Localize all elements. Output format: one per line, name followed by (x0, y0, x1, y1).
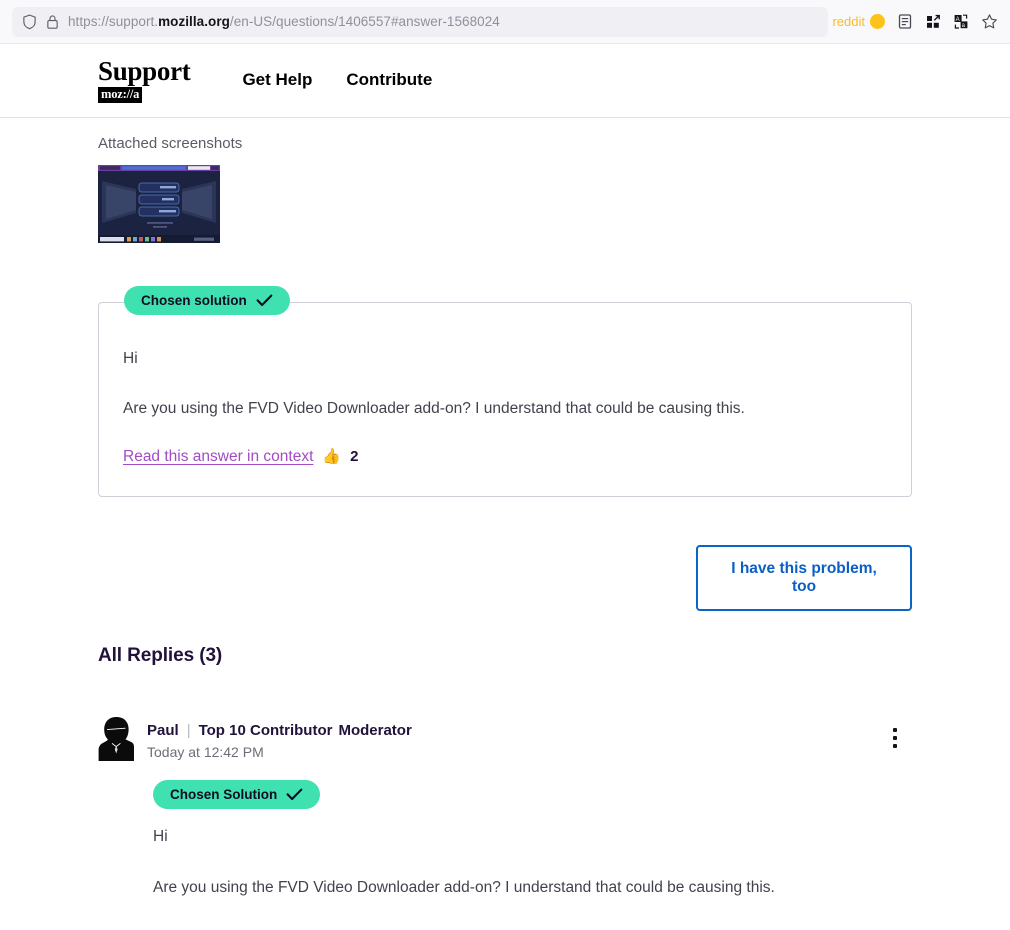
svg-text:A: A (956, 17, 960, 23)
reply-header: Paul | Top 10 Contributor Moderator Toda… (98, 715, 912, 761)
url-prefix: https://support. (68, 14, 159, 29)
bookmark-star-icon[interactable] (981, 13, 998, 30)
kebab-dot (893, 727, 897, 732)
lock-icon[interactable] (46, 14, 59, 30)
nav-contribute[interactable]: Contribute (346, 70, 432, 90)
reply-author-name[interactable]: Paul (147, 722, 179, 739)
mozilla-badge: moz://a (98, 87, 143, 103)
avatar[interactable] (98, 715, 134, 761)
attached-screenshots-label: Attached screenshots (98, 135, 243, 152)
author-separator: | (186, 721, 191, 739)
attachment-thumbnail[interactable] (98, 165, 220, 243)
problem-action-row: I have this problem, too (98, 544, 912, 611)
reply-chosen-solution-label: Chosen Solution (170, 786, 278, 802)
chosen-solution-card: Chosen solution Hi Are you using the FVD… (98, 286, 912, 497)
attachment-list (98, 165, 912, 243)
check-icon (286, 788, 303, 801)
solution-vote-count: 2 (350, 448, 359, 465)
mozilla-support-logo[interactable]: Support moz://a (98, 56, 191, 103)
question-page-content: Attached screenshots Chosen solution Hi … (0, 135, 1010, 930)
check-icon (256, 294, 273, 307)
reader-view-icon[interactable] (897, 13, 913, 30)
reddit-icon (870, 14, 885, 29)
kebab-menu-icon[interactable] (882, 723, 908, 753)
expand-grid-icon[interactable] (925, 13, 941, 30)
url-suffix: /en-US/questions/1406557#answer-1568024 (229, 14, 500, 29)
solution-paragraph-2: Are you using the FVD Video Downloader a… (123, 400, 745, 418)
thumbs-up-icon: 👍 (322, 448, 342, 465)
address-bar[interactable]: https://support.mozilla.org/en-US/questi… (12, 6, 829, 37)
reply-paragraph-1: Hi (153, 827, 168, 845)
chosen-solution-badge: Chosen solution (124, 286, 290, 315)
solution-footer: Read this answer in context 👍 2 (123, 448, 887, 466)
i-have-this-problem-too-button[interactable]: I have this problem, too (696, 544, 912, 611)
kebab-dot (893, 735, 897, 740)
badge-top-contributor: Top 10 Contributor (198, 721, 333, 739)
nav-get-help[interactable]: Get Help (242, 70, 312, 90)
reddit-extension-button[interactable]: reddit (832, 14, 885, 29)
url-text: https://support.mozilla.org/en-US/questi… (68, 14, 500, 29)
reply-author-line: Paul | Top 10 Contributor Moderator (147, 722, 412, 739)
badge-moderator: Moderator (338, 721, 412, 739)
chosen-solution-badge-label: Chosen solution (141, 293, 247, 308)
browser-toolbar: https://support.mozilla.org/en-US/questi… (0, 0, 1010, 44)
reply-author-meta: Paul | Top 10 Contributor Moderator Toda… (147, 715, 412, 760)
reply-chosen-solution-badge: Chosen Solution (153, 779, 321, 809)
reply-solution-badge-wrap: Chosen Solution (153, 779, 912, 809)
reply-body: Chosen Solution Hi Are you using the FVD… (98, 779, 912, 900)
translate-icon[interactable]: A a (953, 13, 969, 30)
reply-timestamp: Today at 12:42 PM (147, 743, 264, 760)
solution-paragraph-1: Hi (123, 350, 138, 367)
logo-wordmark: Support (98, 56, 191, 87)
shield-icon[interactable] (22, 14, 37, 30)
reply-item: Paul | Top 10 Contributor Moderator Toda… (98, 715, 912, 930)
all-replies-heading: All Replies (3) (98, 644, 223, 666)
reply-paragraph-2: Are you using the FVD Video Downloader a… (153, 878, 775, 896)
read-answer-in-context-link[interactable]: Read this answer in context (123, 448, 313, 466)
site-header: Support moz://a Get Help Contribute (0, 44, 1010, 118)
toolbar-actions: reddit A a (832, 13, 1002, 30)
primary-navigation: Get Help Contribute (242, 70, 432, 92)
kebab-dot (893, 743, 897, 748)
reddit-label: reddit (832, 14, 865, 29)
url-host: mozilla.org (158, 14, 230, 29)
